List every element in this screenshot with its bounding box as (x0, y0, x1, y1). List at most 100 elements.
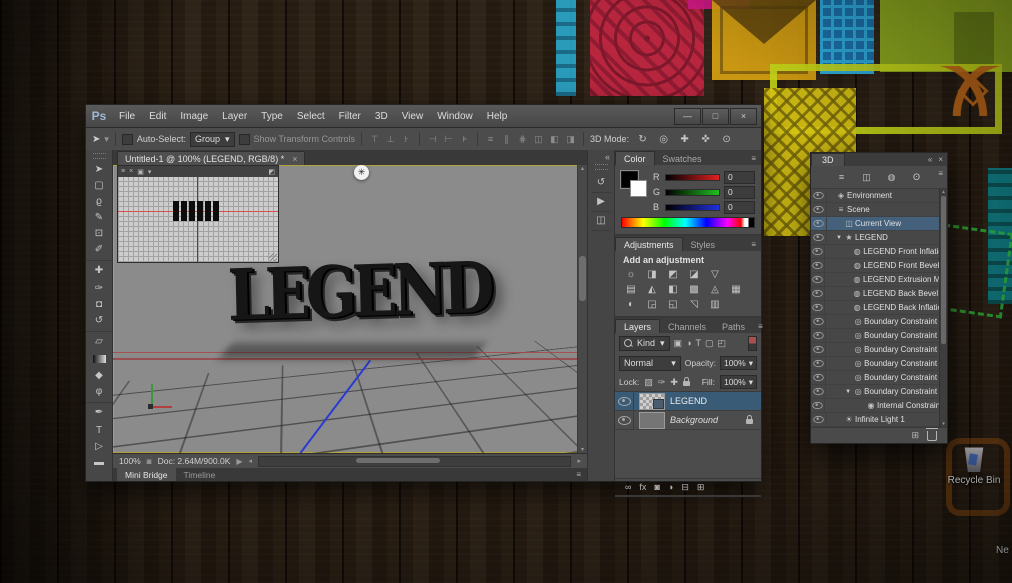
3d-scene-row[interactable]: ☀ Infinite Light 1 (811, 413, 947, 427)
3d-filter-icon[interactable]: ʘ (908, 170, 926, 184)
tool-button[interactable]: ✒ (86, 402, 112, 423)
visibility-toggle[interactable] (811, 189, 827, 202)
menu-item[interactable]: Filter (332, 111, 368, 122)
lock-option-icon[interactable]: ▨ (644, 377, 653, 388)
tool-button[interactable]: ▱ (86, 331, 112, 352)
color-spectrum-ramp[interactable] (621, 217, 755, 228)
3d-scene-row[interactable]: ▼ ★ LEGEND (811, 231, 947, 245)
tab-mini-bridge[interactable]: Mini Bridge (117, 468, 176, 481)
tool-button[interactable]: φ (86, 384, 112, 400)
distribute-icon[interactable]: ◨ (564, 134, 577, 145)
layer-thumbnail-3d[interactable] (639, 393, 665, 410)
maximize-button[interactable]: □ (702, 108, 729, 125)
tool-button[interactable]: ▢ (86, 178, 112, 194)
3d-scene-row[interactable]: ◎ Boundary Constraint 3 (811, 343, 947, 357)
filter-type-icon[interactable]: ◑ (686, 338, 691, 349)
scroll-thumb[interactable] (941, 196, 946, 344)
vertical-scroll-thumb[interactable] (579, 256, 586, 301)
panel-icon[interactable]: ◫ (591, 212, 611, 231)
fill-input[interactable]: 100% ▾ (720, 375, 757, 389)
tab-adjustments[interactable]: Adjustments (615, 237, 683, 251)
3d-scene-row[interactable]: ◎ Boundary Constraint 4 (811, 357, 947, 371)
adjustment-icon[interactable]: ◬ (707, 283, 723, 296)
visibility-toggle[interactable] (811, 301, 825, 314)
adjustment-icon[interactable]: ▦ (728, 283, 744, 296)
adjustment-icon[interactable]: ◨ (644, 268, 660, 281)
3d-filter-icon[interactable]: ◍ (883, 170, 901, 184)
visibility-toggle[interactable] (811, 231, 827, 244)
channel-value-input[interactable]: 0 (724, 171, 755, 184)
background-color-swatch[interactable] (630, 180, 647, 197)
3d-scene-row[interactable]: ◍ LEGEND Extrusion Ma... (811, 273, 947, 287)
filter-toggle-switch[interactable] (748, 336, 757, 351)
adjustment-icon[interactable]: ☼ (623, 268, 639, 281)
panel-menu-icon[interactable]: ≡ (746, 154, 761, 165)
layers-footer-icon[interactable]: fx (639, 482, 646, 492)
expand-arrow-icon[interactable]: ▼ (844, 389, 852, 395)
adjustment-icon[interactable]: ◹ (686, 298, 702, 311)
3d-text[interactable]: LEGEND (227, 253, 490, 332)
3d-filter-icon[interactable]: ◫ (858, 170, 876, 184)
tab-paths[interactable]: Paths (714, 320, 753, 333)
3d-scene-row[interactable]: ◉ Internal Constraint 7 (811, 399, 947, 413)
expand-arrow-icon[interactable]: ▼ (835, 235, 843, 241)
doc-size-info[interactable]: Doc: 2.64M/900.0K (158, 456, 231, 466)
tab-3d[interactable]: 3D (811, 153, 845, 166)
layers-footer-icon[interactable]: ◑ (668, 482, 673, 492)
adjustment-icon[interactable]: ◪ (686, 268, 702, 281)
camera-select-icon[interactable]: ▣ (137, 168, 144, 176)
tool-button[interactable]: ϱ (86, 194, 112, 210)
layers-footer-icon[interactable]: ◙ (654, 482, 659, 492)
filter-type-icon[interactable]: ▣ (674, 338, 683, 349)
channel-value-input[interactable]: 0 (724, 186, 755, 199)
tool-button[interactable]: ▬ (86, 455, 112, 471)
adjustment-icon[interactable]: ▥ (707, 298, 723, 311)
adjustment-icon[interactable]: ◱ (665, 298, 681, 311)
close-button[interactable]: × (730, 108, 757, 125)
visibility-toggle[interactable] (811, 413, 827, 426)
distribute-icon[interactable]: ◫ (532, 134, 545, 145)
3d-scene-row[interactable]: ◈ Environment (811, 189, 947, 203)
3d-mode-icon[interactable]: ↻ (633, 132, 652, 147)
delete-icon[interactable] (927, 431, 937, 441)
3d-mode-icon[interactable]: ✚ (675, 132, 694, 147)
lock-option-icon[interactable]: ✑ (658, 377, 666, 388)
menu-item[interactable]: Edit (142, 111, 173, 122)
vertical-scrollbar[interactable]: ▴ ▾ (577, 165, 587, 453)
3d-mode-icon[interactable]: ⊙ (717, 132, 736, 147)
tool-button[interactable] (86, 352, 112, 368)
adjustment-icon[interactable]: ▩ (686, 283, 702, 296)
tool-button[interactable]: ✎ (86, 210, 112, 226)
tool-button[interactable]: ➤ (86, 162, 112, 178)
close-panel-icon[interactable]: × (938, 155, 943, 164)
align-icon[interactable]: ⊥ (384, 134, 397, 145)
tool-button[interactable]: ⊡ (86, 226, 112, 242)
panel-menu-icon[interactable]: ≡ (746, 240, 761, 251)
document-tab[interactable]: Untitled-1 @ 100% (LEGEND, RGB/8) * × (117, 151, 305, 165)
tool-button[interactable]: ↺ (86, 313, 112, 329)
3d-scene-row[interactable]: ◍ LEGEND Front Inflatio... (811, 245, 947, 259)
filter-type-icon[interactable]: ▢ (705, 338, 714, 349)
layers-footer-icon[interactable]: ⊟ (681, 482, 689, 493)
close-icon[interactable]: × (129, 168, 133, 175)
current-tool-icon[interactable]: ➤ (92, 134, 100, 145)
3d-scene-row[interactable]: ▼ ◎ Boundary Constraint 6 (811, 385, 947, 399)
status-expand-icon[interactable]: ▶ (236, 457, 242, 466)
channel-slider[interactable] (665, 174, 720, 181)
menu-item[interactable]: File (112, 111, 142, 122)
layer-name[interactable]: Background (670, 415, 718, 425)
menu-item[interactable]: 3D (368, 111, 395, 122)
menu-item[interactable]: Image (173, 111, 215, 122)
align-icon[interactable]: ⊢ (442, 134, 455, 145)
adjustment-icon[interactable]: ◭ (644, 283, 660, 296)
scroll-right-icon[interactable]: ▸ (577, 457, 581, 465)
3d-filter-icon[interactable]: ≡ (833, 170, 851, 184)
layer-name[interactable]: LEGEND (670, 396, 707, 406)
menu-icon[interactable]: ≡ (121, 168, 125, 175)
tool-button[interactable]: T (86, 423, 112, 439)
horizontal-scroll-thumb[interactable] (356, 458, 440, 463)
layer-thumbnail[interactable] (639, 412, 665, 429)
visibility-toggle[interactable] (811, 329, 826, 342)
layer-row-legend[interactable]: LEGEND (615, 392, 761, 411)
visibility-toggle[interactable] (811, 259, 825, 272)
